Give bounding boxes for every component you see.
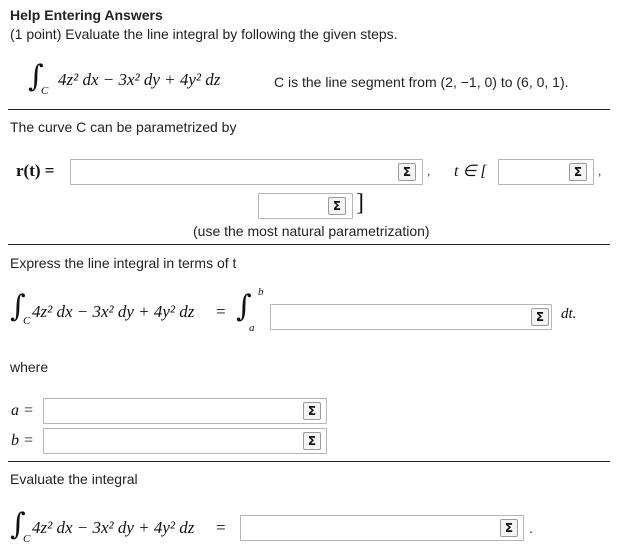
dt-label: dt. — [561, 306, 577, 322]
integrand-text: 4z² dx − 3x² dy + 4y² dz — [58, 70, 221, 89]
divider-1 — [8, 109, 610, 110]
equals-sign: = — [216, 518, 226, 537]
sigma-icon[interactable]: Σ — [303, 432, 321, 450]
b-label: b = — [11, 432, 34, 449]
help-link[interactable]: Help Entering Answers — [10, 7, 163, 23]
integral-sign: ∫ — [236, 289, 252, 324]
sigma-icon[interactable]: Σ — [328, 197, 346, 215]
definite-integral: ∫ b a — [236, 284, 266, 334]
sigma-icon[interactable]: Σ — [303, 402, 321, 420]
integral-curve-subscript: C — [23, 315, 31, 327]
sigma-icon[interactable]: Σ — [569, 163, 587, 181]
b-input[interactable] — [43, 428, 327, 454]
integrand-text: 4z² dx − 3x² dy + 4y² dz — [32, 518, 195, 537]
integrand-text: 4z² dx − 3x² dy + 4y² dz — [32, 302, 195, 321]
sigma-icon[interactable]: Σ — [500, 519, 518, 537]
r-t-input[interactable] — [70, 159, 423, 185]
r-t-label: r(t) = — [16, 161, 55, 180]
parametrize-intro: The curve C can be parametrized by — [10, 119, 237, 135]
t-in-label: t ∈ [ — [454, 163, 487, 180]
evaluate-integral: ∫ C 4z² dx − 3x² dy + 4y² dz = — [10, 506, 240, 550]
integral-curve-subscript: C — [41, 85, 49, 97]
sigma-icon[interactable]: Σ — [531, 308, 549, 326]
comma-2: , — [598, 164, 602, 178]
curve-description: C is the line segment from (2, −1, 0) to… — [274, 74, 569, 90]
express-lhs-integral: ∫ C 4z² dx − 3x² dy + 4y² dz = — [10, 288, 230, 332]
a-label: a = — [11, 402, 34, 419]
divider-2 — [8, 244, 610, 245]
result-input[interactable] — [240, 515, 524, 541]
where-label: where — [10, 359, 49, 375]
evaluate-intro: Evaluate the integral — [10, 471, 138, 487]
lower-limit: a — [249, 322, 255, 334]
closing-bracket: ] — [356, 190, 364, 216]
a-input[interactable] — [43, 398, 327, 424]
parametrization-hint: (use the most natural parametrization) — [193, 223, 430, 239]
period: . — [529, 520, 533, 536]
comma-1: , — [427, 164, 431, 178]
express-intro: Express the line integral in terms of t — [10, 255, 237, 271]
integrand-t-input[interactable] — [270, 304, 552, 330]
upper-limit: b — [258, 286, 264, 298]
problem-integral: ∫ C 4z² dx − 3x² dy + 4y² dz — [28, 58, 268, 102]
sigma-icon[interactable]: Σ — [398, 163, 416, 181]
equals-sign: = — [216, 302, 226, 321]
integral-curve-subscript: C — [23, 533, 31, 545]
divider-3 — [8, 461, 610, 462]
problem-prompt: (1 point) Evaluate the line integral by … — [10, 26, 398, 42]
